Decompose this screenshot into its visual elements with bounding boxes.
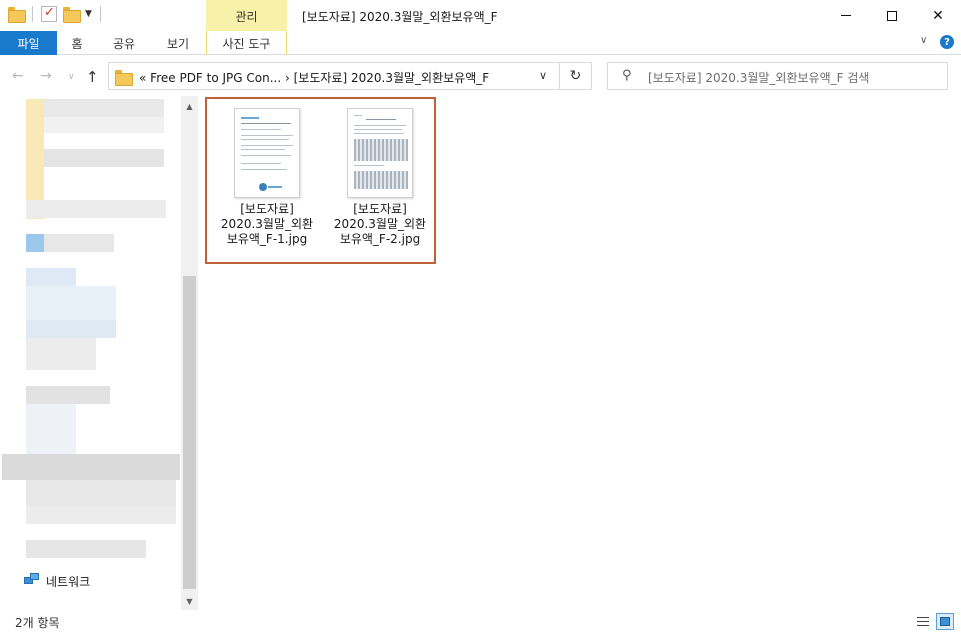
blurred-region [44,234,114,252]
file-name-line: 2020.3월말_외환 [220,217,314,231]
details-view-icon[interactable] [914,613,932,630]
scroll-up-icon[interactable]: ▲ [181,98,198,115]
close-button[interactable]: ✕ [915,0,961,31]
search-icon: ⚲ [622,68,632,83]
network-icon [24,573,40,587]
search-placeholder: [보도자료] 2020.3월말_외환보유액_F 검색 [648,71,870,85]
tab-picture-tools[interactable]: 사진 도구 [206,31,287,55]
nav-item-network[interactable]: 네트워크 [46,573,90,590]
navigation-pane [0,96,200,610]
expand-ribbon-icon[interactable]: ∨ [920,35,927,46]
context-tab-group-label: 관리 [235,10,258,24]
refresh-button[interactable]: ↻ [560,62,592,90]
breadcrumb-overflow[interactable]: « [139,71,146,85]
breadcrumb-item[interactable]: Free PDF to JPG Con... [150,71,281,85]
blurred-region [26,540,146,558]
new-folder-icon[interactable] [63,7,81,23]
blurred-region [26,480,176,506]
tab-file[interactable]: 파일 [0,31,57,55]
breadcrumb-separator-icon[interactable]: › [285,71,294,85]
file-item[interactable]: [보도자료] 2020.3월말_외환 보유액_F-2.jpg [326,103,434,258]
image-thumbnail [234,108,300,198]
window-title: [보도자료] 2020.3월말_외환보유액_F [302,10,498,24]
item-count: 2개 항목 [15,616,60,630]
ribbon-tabs: 파일 홈 공유 보기 사진 도구 ∨ ? [0,31,961,55]
blurred-region [26,404,76,454]
blurred-region [26,506,176,524]
blurred-region [26,386,110,404]
tab-home[interactable]: 홈 [57,31,97,55]
toolbar-divider [99,6,101,22]
blurred-region [26,338,96,370]
blurred-region [2,454,180,480]
up-arrow-icon[interactable]: ↑ [86,68,99,86]
recent-locations-chevron-icon[interactable]: ∨ [68,72,75,82]
customize-toolbar-icon[interactable]: ▼ [85,9,92,19]
file-name-line: 보유액_F-1.jpg [226,232,308,246]
scrollbar-thumb[interactable] [183,276,196,589]
blurred-region [44,117,164,133]
maximize-button[interactable] [869,0,915,31]
nav-pane-scrollbar[interactable]: ▲ ▼ [181,96,198,610]
file-name-line: [보도자료] [240,202,294,216]
blurred-region [44,149,164,167]
properties-icon[interactable] [41,5,57,22]
blurred-region [26,200,166,218]
tab-share[interactable]: 공유 [97,31,151,55]
file-name-line: [보도자료] [353,202,407,216]
status-bar: 2개 항목 [0,610,961,634]
file-name: [보도자료] 2020.3월말_외환 보유액_F-1.jpg [213,202,321,247]
close-icon: ✕ [932,7,944,24]
minimize-button[interactable] [823,0,869,31]
image-thumbnail [347,108,413,198]
toolbar-divider [32,6,33,22]
minimize-icon [841,15,851,16]
maximize-icon [887,10,897,21]
blurred-region [26,320,116,338]
breadcrumb-item[interactable]: [보도자료] 2020.3월말_외환보유액_F [294,71,490,85]
scroll-down-icon[interactable]: ▼ [181,593,198,610]
quick-access-toolbar: ▼ [8,5,103,23]
blurred-region [44,99,164,117]
back-arrow-icon[interactable]: ← [12,68,24,84]
large-icons-view-icon[interactable] [936,613,954,630]
blurred-region [26,286,116,320]
address-bar[interactable]: « Free PDF to JPG Con... › [보도자료] 2020.3… [108,62,560,90]
breadcrumb: « Free PDF to JPG Con... › [보도자료] 2020.3… [139,69,489,86]
title-bar: ▼ 관리 [보도자료] 2020.3월말_외환보유액_F ✕ [0,0,961,31]
file-item[interactable]: [보도자료] 2020.3월말_외환 보유액_F-1.jpg [213,103,321,258]
file-name-line: 보유액_F-2.jpg [339,232,421,246]
folder-icon [8,7,26,23]
tab-view[interactable]: 보기 [151,31,205,55]
refresh-icon: ↻ [569,68,582,84]
navigation-bar: ← → ∨ ↑ « Free PDF to JPG Con... › [보도자료… [0,56,961,96]
folder-icon [115,70,133,86]
blurred-region [26,268,76,286]
address-history-chevron-icon[interactable]: ∨ [539,69,547,82]
search-box[interactable]: ⚲ [보도자료] 2020.3월말_외환보유액_F 검색 [607,62,948,90]
file-name-line: 2020.3월말_외환 [333,217,427,231]
forward-arrow-icon[interactable]: → [40,68,52,84]
help-icon[interactable]: ? [940,35,954,49]
blurred-region [26,234,44,252]
file-name: [보도자료] 2020.3월말_외환 보유액_F-2.jpg [326,202,434,247]
